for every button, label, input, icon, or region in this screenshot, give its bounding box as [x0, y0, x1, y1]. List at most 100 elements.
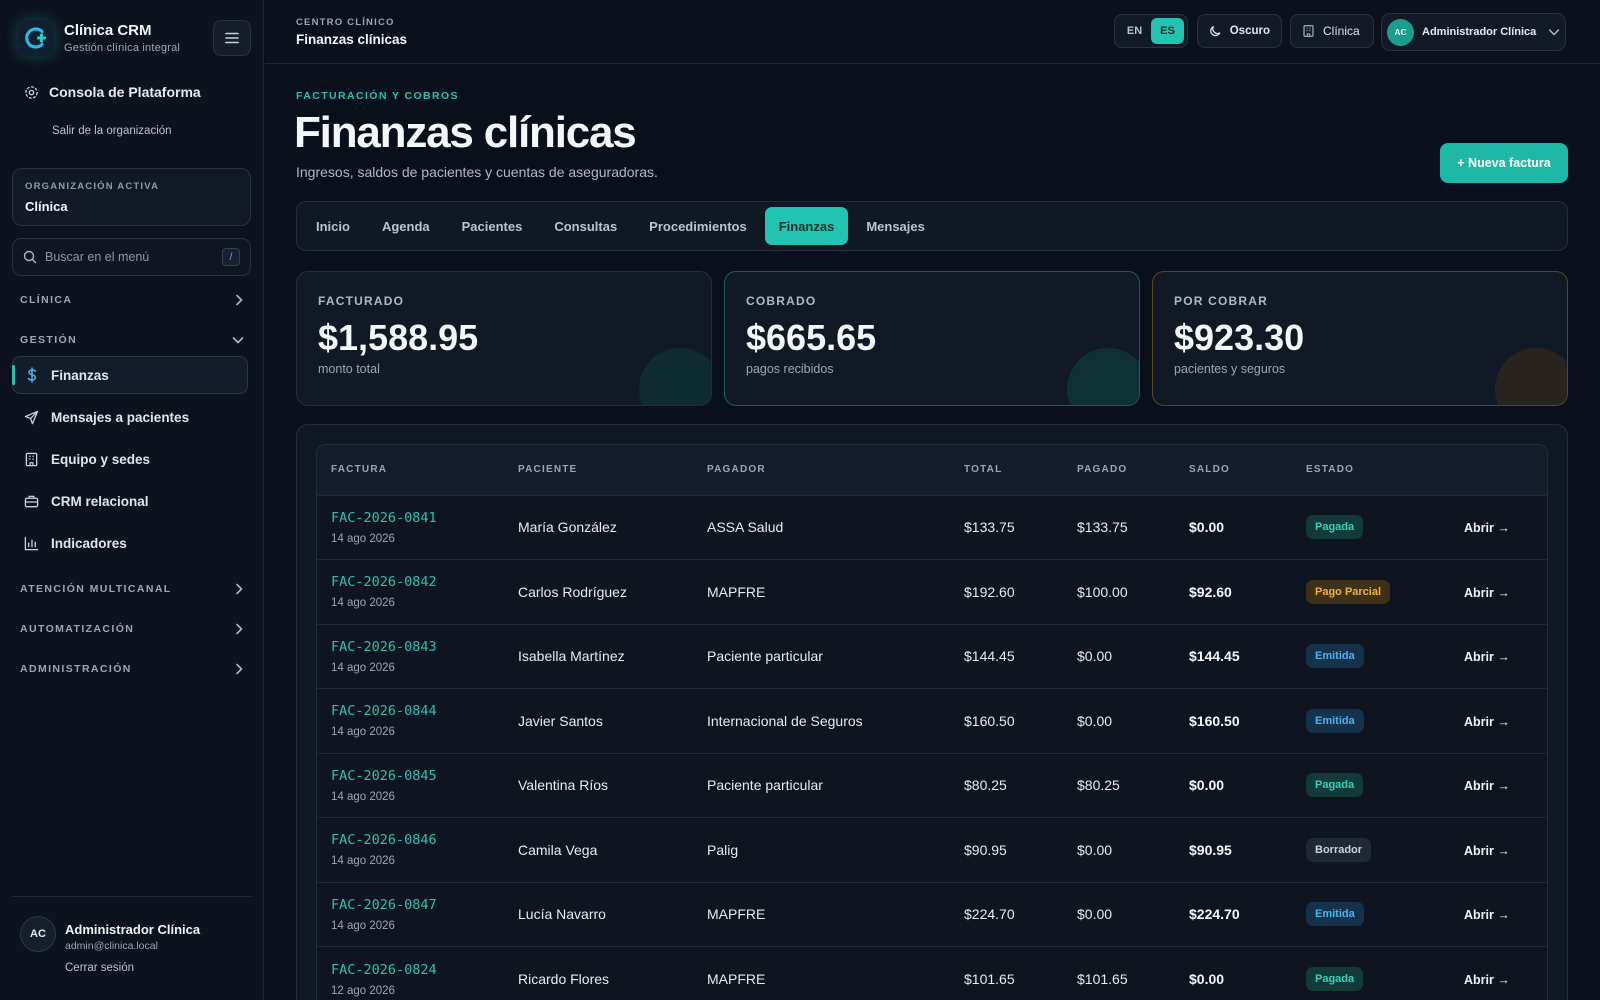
table-row[interactable]: FAC-2026-0847 14 ago 2026 Lucía Navarro M… — [317, 881, 1547, 947]
invoice-id-link[interactable]: FAC-2026-0845 — [331, 768, 504, 784]
section-gestion[interactable]: GESTIÓN — [20, 334, 244, 346]
tab-procedimientos[interactable]: Procedimientos — [635, 207, 761, 245]
settings-icon — [25, 85, 38, 99]
invoice-patient: Lucía Navarro — [504, 881, 693, 947]
open-invoice-link[interactable]: Abrir → — [1464, 779, 1510, 793]
sidebar-item-crm[interactable]: CRM relacional — [12, 482, 248, 520]
invoice-total: $80.25 — [950, 752, 1063, 818]
sidebar-divider — [12, 896, 251, 897]
table-row[interactable]: FAC-2026-0846 14 ago 2026 Camila Vega Pal… — [317, 817, 1547, 882]
section-clinica[interactable]: CLÍNICA — [20, 294, 244, 306]
active-organization-card[interactable]: ORGANIZACIÓN ACTIVA Clínica — [12, 168, 251, 226]
invoice-balance: $160.50 — [1175, 688, 1292, 753]
invoice-total: $144.45 — [950, 623, 1063, 689]
tab-pacientes[interactable]: Pacientes — [448, 207, 537, 245]
sidebar-item-equipo[interactable]: Equipo y sedes — [12, 440, 248, 478]
stat-card-facturado: FACTURADO $1,588.95 monto total — [296, 271, 712, 406]
column-header: SALDO — [1175, 445, 1292, 495]
status-badge: Pagada — [1306, 773, 1364, 798]
invoice-payer: Paciente particular — [693, 752, 950, 818]
page-subtitle: Ingresos, saldos de pacientes y cuentas … — [296, 164, 658, 180]
moon-icon — [1210, 25, 1221, 37]
chevron-right-icon — [236, 294, 243, 306]
invoice-balance: $92.60 — [1175, 559, 1292, 624]
sidebar-item-mensajes[interactable]: Mensajes a pacientes — [12, 398, 248, 436]
brand-logo-icon — [18, 20, 54, 56]
invoice-date: 14 ago 2026 — [331, 855, 395, 868]
section-multicanal[interactable]: ATENCIÓN MULTICANAL — [20, 583, 244, 595]
stat-note: pacientes y seguros — [1174, 362, 1286, 376]
sidebar-item-indicadores-label: Indicadores — [51, 535, 127, 551]
stat-value: $923.30 — [1174, 317, 1305, 358]
organization-button[interactable]: Clínica — [1290, 14, 1374, 48]
invoice-id-link[interactable]: FAC-2026-0847 — [331, 897, 504, 913]
open-invoice-link[interactable]: Abrir → — [1464, 908, 1510, 922]
invoice-payer: MAPFRE — [693, 881, 950, 947]
menu-search-input[interactable] — [45, 250, 222, 264]
new-invoice-button[interactable]: + Nueva factura — [1440, 143, 1568, 183]
tab-agenda[interactable]: Agenda — [368, 207, 444, 245]
sidebar-item-finanzas[interactable]: Finanzas — [12, 356, 248, 394]
language-switch: EN ES — [1114, 14, 1188, 48]
stat-label: POR COBRAR — [1174, 294, 1269, 308]
section-gestion-label: GESTIÓN — [20, 334, 78, 346]
theme-toggle-button[interactable]: Oscuro — [1197, 14, 1282, 48]
invoice-id-link[interactable]: FAC-2026-0843 — [331, 639, 504, 655]
invoice-payer: Palig — [693, 817, 950, 882]
invoice-id-link[interactable]: FAC-2026-0844 — [331, 703, 504, 719]
invoice-patient: Javier Santos — [504, 688, 693, 753]
table-row[interactable]: FAC-2026-0841 14 ago 2026 María González … — [317, 494, 1547, 560]
tab-finanzas[interactable]: Finanzas — [764, 207, 849, 245]
column-header: PAGADOR — [693, 445, 950, 495]
open-invoice-link[interactable]: Abrir → — [1464, 650, 1510, 664]
sidebar-item-crm-label: CRM relacional — [51, 493, 149, 509]
section-administracion[interactable]: ADMINISTRACIÓN — [20, 663, 244, 675]
invoice-balance: $144.45 — [1175, 623, 1292, 689]
tab-mensajes[interactable]: Mensajes — [852, 207, 939, 245]
sidebar-user-name: Administrador Clínica — [65, 922, 201, 937]
column-header — [1450, 445, 1547, 495]
section-automatizacion[interactable]: AUTOMATIZACIÓN — [20, 623, 244, 635]
table-row[interactable]: FAC-2026-0843 14 ago 2026 Isabella Martín… — [317, 623, 1547, 689]
language-es-button[interactable]: ES — [1151, 18, 1184, 44]
search-icon — [23, 250, 37, 264]
open-invoice-link[interactable]: Abrir → — [1464, 586, 1510, 600]
user-menu-button[interactable]: AC Administrador Clínica — [1381, 13, 1566, 51]
invoice-balance: $0.00 — [1175, 494, 1292, 560]
chevron-right-icon — [236, 663, 243, 675]
invoice-date: 14 ago 2026 — [331, 597, 395, 610]
open-invoice-link[interactable]: Abrir → — [1464, 844, 1510, 858]
invoice-patient: Ricardo Flores — [504, 946, 693, 1000]
platform-console-link[interactable]: Consola de Plataforma — [24, 84, 201, 100]
invoice-id-link[interactable]: FAC-2026-0842 — [331, 574, 504, 590]
table-row[interactable]: FAC-2026-0824 12 ago 2026 Ricardo Flores … — [317, 946, 1547, 1000]
invoice-id-link[interactable]: FAC-2026-0824 — [331, 962, 504, 978]
status-badge: Borrador — [1306, 837, 1372, 862]
tab-inicio[interactable]: Inicio — [302, 207, 364, 245]
tab-consultas[interactable]: Consultas — [540, 207, 631, 245]
invoice-total: $133.75 — [950, 494, 1063, 560]
invoice-id-link[interactable]: FAC-2026-0841 — [331, 510, 504, 526]
open-invoice-link[interactable]: Abrir → — [1464, 973, 1510, 987]
sidebar-user: AC Administrador Clínica admin@clinica.l… — [20, 916, 200, 974]
active-organization-value: Clínica — [25, 199, 68, 214]
language-en-button[interactable]: EN — [1118, 18, 1151, 44]
open-invoice-link[interactable]: Abrir → — [1464, 715, 1510, 729]
avatar: AC — [20, 916, 56, 952]
invoice-id-link[interactable]: FAC-2026-0846 — [331, 832, 504, 848]
menu-toggle-button[interactable] — [213, 20, 251, 56]
table-row[interactable]: FAC-2026-0842 14 ago 2026 Carlos Rodrígue… — [317, 559, 1547, 624]
leave-organization-link[interactable]: Salir de la organización — [52, 125, 172, 137]
table-row[interactable]: FAC-2026-0845 14 ago 2026 Valentina Ríos … — [317, 752, 1547, 818]
table-row[interactable]: FAC-2026-0844 14 ago 2026 Javier Santos I… — [317, 688, 1547, 753]
column-header: ESTADO — [1292, 445, 1450, 495]
building-icon — [25, 452, 38, 466]
invoice-balance: $0.00 — [1175, 752, 1292, 818]
invoice-payer: MAPFRE — [693, 946, 950, 1000]
platform-console-label: Consola de Plataforma — [49, 84, 201, 100]
open-invoice-link[interactable]: Abrir → — [1464, 521, 1510, 535]
invoice-paid: $100.00 — [1063, 559, 1175, 624]
logout-link[interactable]: Cerrar sesión — [65, 962, 200, 974]
sidebar-item-indicadores[interactable]: Indicadores — [12, 524, 248, 562]
brand[interactable]: Clínica CRM Gestión clínica integral — [18, 20, 180, 56]
